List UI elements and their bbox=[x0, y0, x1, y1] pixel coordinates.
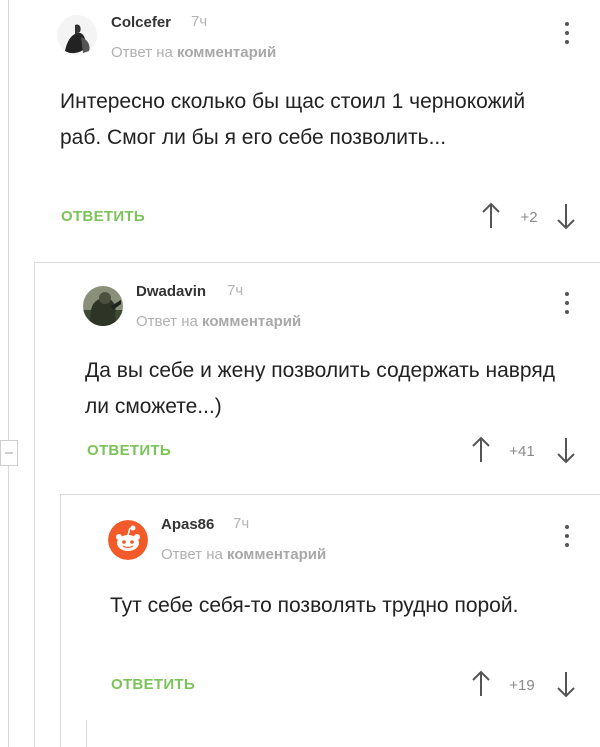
reply-to-line: Ответ на комментарий bbox=[161, 546, 326, 563]
upvote-arrow-icon[interactable] bbox=[470, 436, 492, 464]
thread-line-level-2 bbox=[34, 262, 35, 747]
comment-time: 7ч bbox=[191, 13, 208, 30]
comment-time: 7ч bbox=[227, 282, 244, 299]
comment-time: 7ч bbox=[233, 515, 250, 532]
thread-connector-2 bbox=[34, 262, 600, 263]
reply-to-line: Ответ на комментарий bbox=[111, 44, 276, 61]
reply-to-link[interactable]: комментарий bbox=[227, 546, 326, 563]
reply-to-link[interactable]: комментарий bbox=[177, 44, 276, 61]
more-options-icon[interactable] bbox=[563, 525, 571, 551]
downvote-arrow-icon[interactable] bbox=[555, 436, 577, 464]
thread-connector-3 bbox=[60, 494, 600, 495]
comment-text: Тут себе себя-то позволять трудно порой. bbox=[110, 594, 519, 617]
reply-button[interactable]: ОТВЕТИТЬ bbox=[61, 208, 145, 225]
rating: +19 bbox=[509, 677, 535, 694]
avatar[interactable] bbox=[108, 520, 148, 560]
upvote-arrow-icon[interactable] bbox=[480, 202, 502, 230]
upvote-arrow-icon[interactable] bbox=[470, 670, 492, 698]
comment-author[interactable]: Colcefer bbox=[111, 14, 171, 31]
rating: +41 bbox=[509, 443, 535, 460]
thread-line-level-4 bbox=[86, 720, 87, 747]
more-options-icon[interactable] bbox=[563, 22, 571, 48]
comment-text: Да вы себе и жену позволить содержать на… bbox=[85, 359, 555, 418]
reply-to-link[interactable]: комментарий bbox=[202, 313, 301, 330]
reply-button[interactable]: ОТВЕТИТЬ bbox=[111, 676, 195, 693]
comment-author[interactable]: Dwadavin bbox=[136, 283, 206, 300]
downvote-arrow-icon[interactable] bbox=[555, 670, 577, 698]
rating: +2 bbox=[520, 209, 538, 226]
avatar[interactable] bbox=[83, 286, 123, 326]
comment-text: Интересно сколько бы щас стоил 1 черноко… bbox=[60, 90, 526, 149]
thread-line-level-3 bbox=[60, 494, 61, 747]
downvote-arrow-icon[interactable] bbox=[555, 202, 577, 230]
reply-to-prefix: Ответ на bbox=[136, 313, 198, 330]
thread-line-level-1 bbox=[8, 0, 9, 747]
avatar[interactable] bbox=[57, 15, 97, 55]
reply-button[interactable]: ОТВЕТИТЬ bbox=[87, 442, 171, 459]
more-options-icon[interactable] bbox=[563, 292, 571, 318]
collapse-thread-icon[interactable] bbox=[0, 440, 18, 466]
reply-to-line: Ответ на комментарий bbox=[136, 313, 301, 330]
comment-author[interactable]: Apas86 bbox=[161, 516, 214, 533]
reply-to-prefix: Ответ на bbox=[161, 546, 223, 563]
reply-to-prefix: Ответ на bbox=[111, 44, 173, 61]
